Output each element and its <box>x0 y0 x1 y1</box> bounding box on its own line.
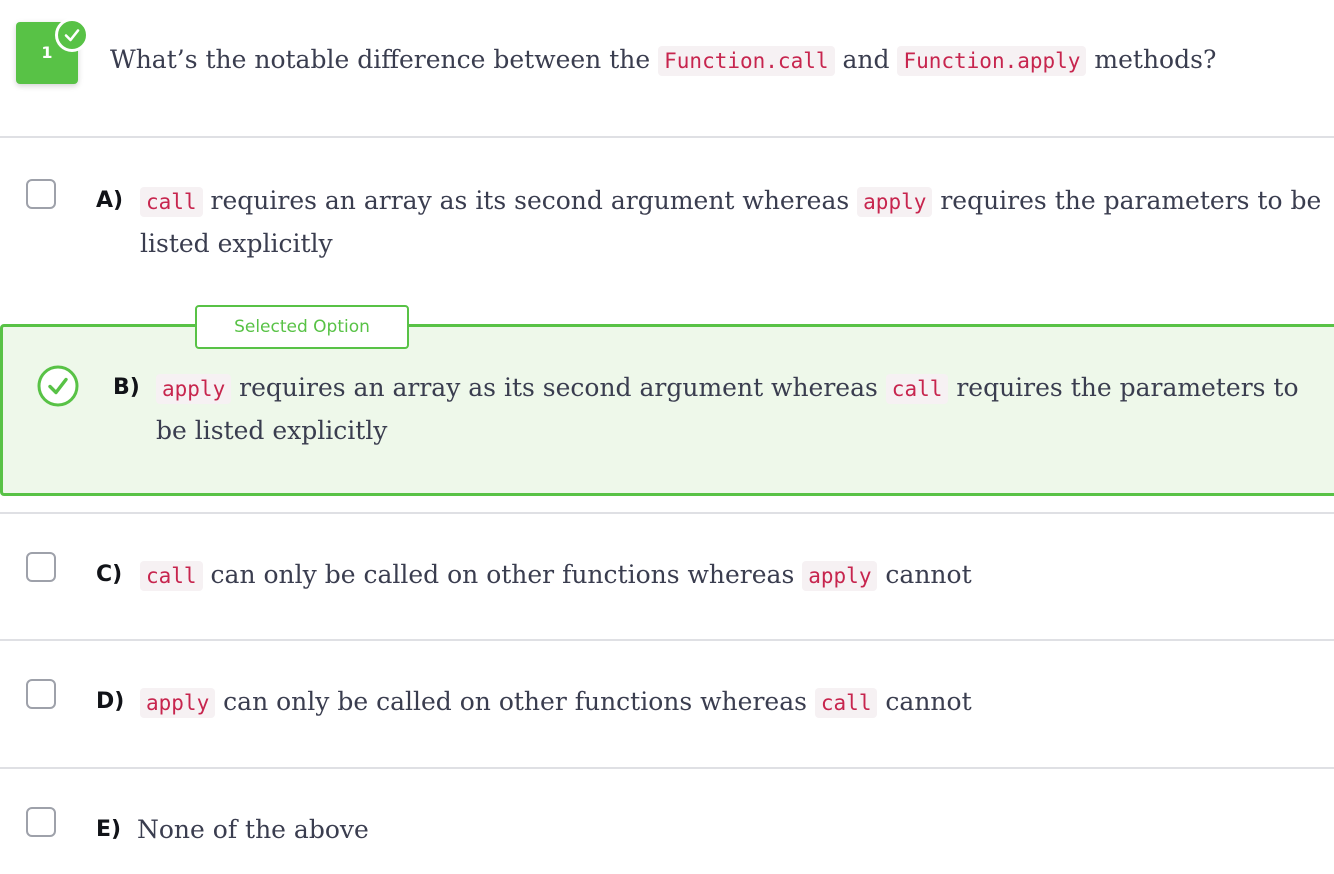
question-text: What’s the notable difference between th… <box>110 40 1216 81</box>
option-c-text-part: cannot <box>885 560 972 589</box>
option-c-checkbox[interactable] <box>26 552 56 582</box>
question-text-part: What’s the notable difference between th… <box>110 45 651 74</box>
option-c-letter: C) <box>96 562 123 587</box>
question-text-part: methods? <box>1094 45 1217 74</box>
option-b-code: call <box>885 374 949 404</box>
option-d-text-part: can only be called on other functions wh… <box>223 687 807 716</box>
question-number: 1 <box>41 43 53 62</box>
option-a[interactable]: A) call requires an array as its second … <box>0 140 1334 302</box>
option-b-text-part: be listed explicitly <box>156 416 388 445</box>
option-e-checkbox[interactable] <box>26 807 56 837</box>
option-b-text: apply requires an array as its second ar… <box>156 367 1299 452</box>
option-e-letter: E) <box>96 817 122 842</box>
option-a-letter: A) <box>96 188 124 213</box>
option-a-text-part: requires the parameters to be <box>940 186 1322 215</box>
option-d-code: apply <box>140 688 216 718</box>
option-e[interactable]: E) None of the above <box>0 769 1334 874</box>
option-c-text: call can only be called on other functio… <box>140 554 972 597</box>
option-d-checkbox[interactable] <box>26 679 56 709</box>
option-e-text: None of the above <box>137 809 369 851</box>
option-d-text-part: cannot <box>885 687 972 716</box>
question-header: 1 What’s the notable difference between … <box>0 0 1334 138</box>
option-d[interactable]: D) apply can only be called on other fun… <box>0 641 1334 766</box>
option-a-text-part: listed explicitly <box>140 229 333 258</box>
option-a-checkbox[interactable] <box>26 179 56 209</box>
option-d-code: call <box>814 688 878 718</box>
option-a-code: apply <box>857 187 933 217</box>
selected-check-circle-icon[interactable] <box>37 365 79 407</box>
option-c-code: call <box>140 561 203 591</box>
answered-check-icon <box>55 18 89 52</box>
question-code-call: Function.call <box>658 46 835 76</box>
option-e-text-part: None of the above <box>137 815 369 844</box>
option-c-code: apply <box>802 561 878 591</box>
option-a-text-part: requires an array as its second argument… <box>210 186 850 215</box>
option-d-text: apply can only be called on other functi… <box>140 681 972 724</box>
option-a-code: call <box>140 187 203 217</box>
selected-option-tag: Selected Option <box>195 305 409 349</box>
option-d-letter: D) <box>96 689 125 714</box>
option-b-letter: B) <box>113 375 140 400</box>
option-b-code: apply <box>156 374 232 404</box>
option-c-text-part: can only be called on other functions wh… <box>210 560 795 589</box>
option-b-text-part: requires an array as its second argument… <box>239 373 878 402</box>
question-code-apply: Function.apply <box>897 46 1087 76</box>
option-c[interactable]: C) call can only be called on other func… <box>0 514 1334 638</box>
option-a-text: call requires an array as its second arg… <box>140 180 1321 265</box>
option-b-text-part: requires the parameters to <box>956 373 1299 402</box>
question-text-part: and <box>842 45 890 74</box>
